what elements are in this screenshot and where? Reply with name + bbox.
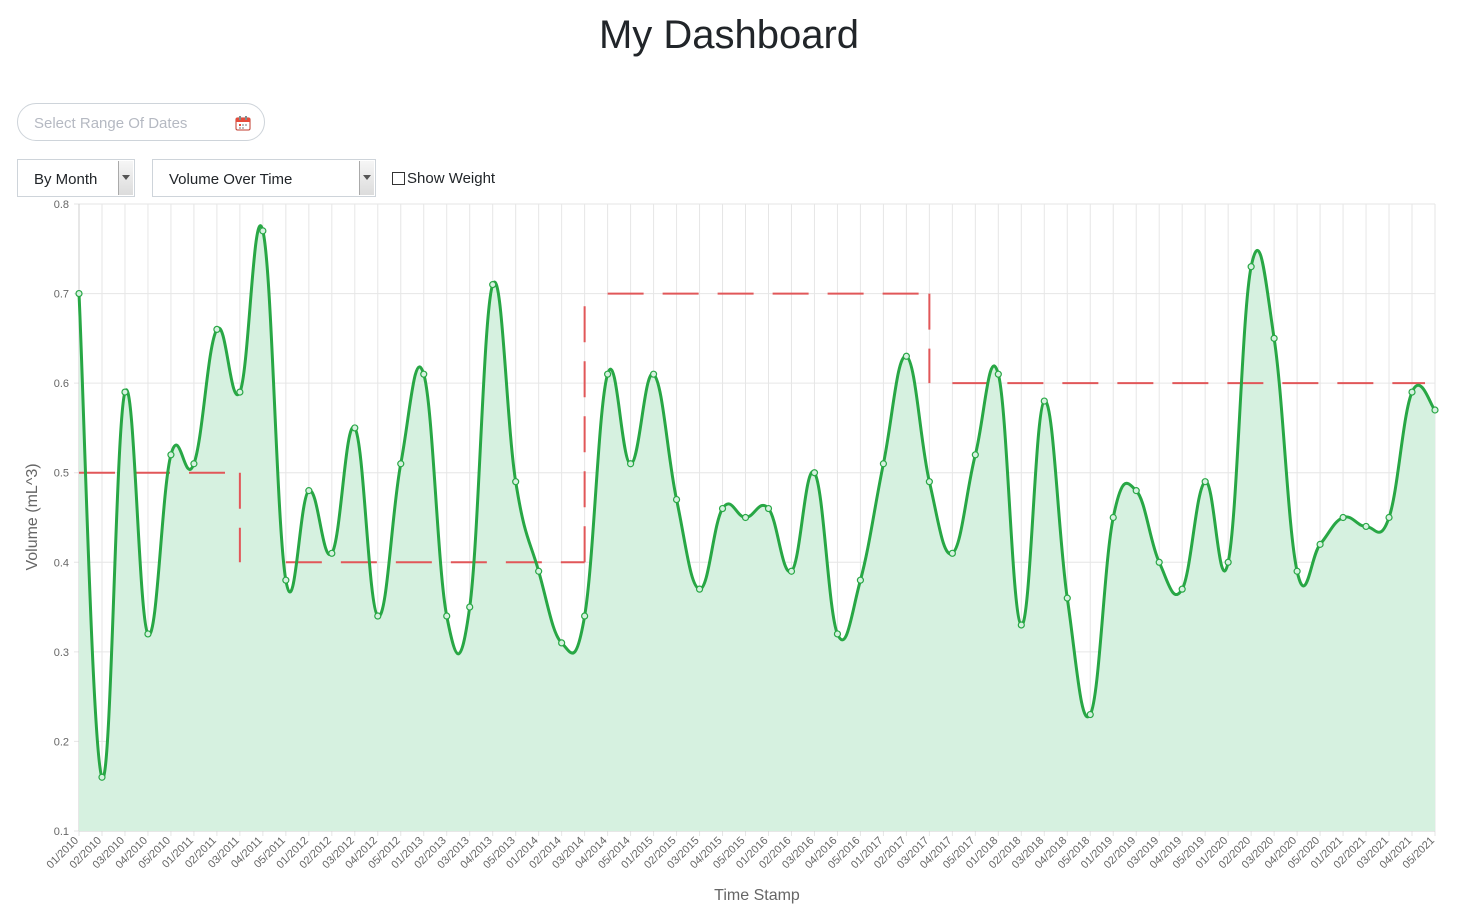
data-point	[75, 289, 83, 298]
y-tick-label: 0.7	[54, 289, 69, 301]
show-weight-toggle[interactable]: Show Weight	[392, 170, 495, 187]
volume-chart: 0.1 0.2 0.3 0.4 0.5 0.6 0.7 0.8 01/201002/20100…	[24, 199, 1439, 904]
data-point	[1178, 585, 1186, 593]
data-point	[1155, 558, 1163, 566]
data-point	[741, 513, 750, 522]
y-tick-label: 0.1	[54, 826, 69, 838]
data-point	[305, 487, 313, 495]
y-tick-label: 0.3	[54, 647, 69, 659]
data-point	[1132, 487, 1140, 495]
y-tick-label: 0.8	[54, 199, 69, 211]
x-axis-label: Time Stamp	[714, 887, 800, 904]
data-point	[1109, 513, 1117, 522]
data-point	[764, 504, 773, 513]
data-point	[535, 567, 543, 575]
data-point	[558, 639, 566, 647]
data-point	[672, 495, 681, 504]
data-point	[351, 424, 359, 432]
data-point	[879, 460, 888, 468]
data-point	[810, 469, 819, 477]
group-by-value: By Month	[34, 171, 98, 188]
chevron-down-icon[interactable]	[118, 161, 133, 195]
y-tick-label: 0.6	[54, 378, 69, 390]
data-point	[190, 460, 198, 468]
calendar-icon[interactable]	[235, 115, 251, 131]
data-point	[282, 576, 290, 584]
y-tick-label: 0.2	[54, 736, 69, 748]
data-point	[98, 773, 106, 781]
data-point	[1270, 334, 1278, 342]
data-point	[213, 325, 221, 333]
data-point	[1040, 397, 1048, 405]
y-axis: 0.1 0.2 0.3 0.4 0.5 0.6 0.7 0.8	[54, 199, 69, 838]
data-point	[1316, 540, 1324, 548]
y-axis-label: Volume (mL^3)	[24, 463, 41, 570]
data-point	[925, 478, 933, 486]
data-point	[1385, 513, 1393, 522]
data-point	[328, 549, 336, 557]
data-point	[649, 370, 658, 378]
group-by-select[interactable]: By Month	[17, 159, 135, 197]
data-point	[581, 612, 589, 620]
data-point	[144, 630, 152, 638]
chevron-down-icon[interactable]	[359, 161, 374, 195]
y-tick-label: 0.4	[54, 557, 69, 569]
metric-select[interactable]: Volume Over Time	[152, 159, 376, 197]
data-point	[1017, 621, 1025, 629]
data-point	[1063, 594, 1071, 602]
data-point	[420, 370, 428, 378]
data-point	[626, 460, 635, 468]
show-weight-label: Show Weight	[407, 170, 496, 187]
data-point	[443, 612, 451, 620]
data-point	[902, 352, 910, 360]
date-range-picker[interactable]: Select Range Of Dates	[17, 103, 265, 141]
show-weight-checkbox[interactable]	[392, 172, 405, 185]
data-point	[718, 504, 727, 513]
data-point	[167, 451, 175, 459]
data-point	[604, 370, 612, 378]
data-point	[512, 478, 520, 486]
data-point	[994, 370, 1002, 378]
data-point	[856, 576, 865, 584]
data-point	[236, 388, 244, 396]
data-point	[971, 451, 979, 459]
date-range-placeholder: Select Range Of Dates	[34, 115, 188, 132]
data-point	[1431, 406, 1439, 414]
data-point	[833, 630, 842, 638]
data-point	[695, 585, 704, 593]
data-point	[787, 567, 796, 575]
data-point	[948, 549, 956, 557]
data-point	[259, 227, 267, 235]
data-point	[466, 603, 474, 611]
data-point	[1086, 710, 1094, 719]
data-point	[489, 281, 497, 289]
metric-value: Volume Over Time	[169, 171, 293, 188]
page-title: My Dashboard	[598, 13, 860, 57]
data-point	[374, 612, 382, 620]
data-point	[1293, 567, 1301, 575]
data-point	[1201, 478, 1209, 486]
y-tick-label: 0.5	[54, 468, 69, 480]
data-point	[1247, 263, 1255, 271]
data-point	[1362, 522, 1370, 531]
data-point	[397, 460, 405, 468]
data-point	[121, 388, 129, 396]
data-point	[1224, 558, 1232, 566]
data-point	[1408, 388, 1416, 396]
data-point	[1339, 513, 1347, 522]
x-axis: 01/201002/201003/201004/201005/201001/20…	[45, 835, 1438, 872]
